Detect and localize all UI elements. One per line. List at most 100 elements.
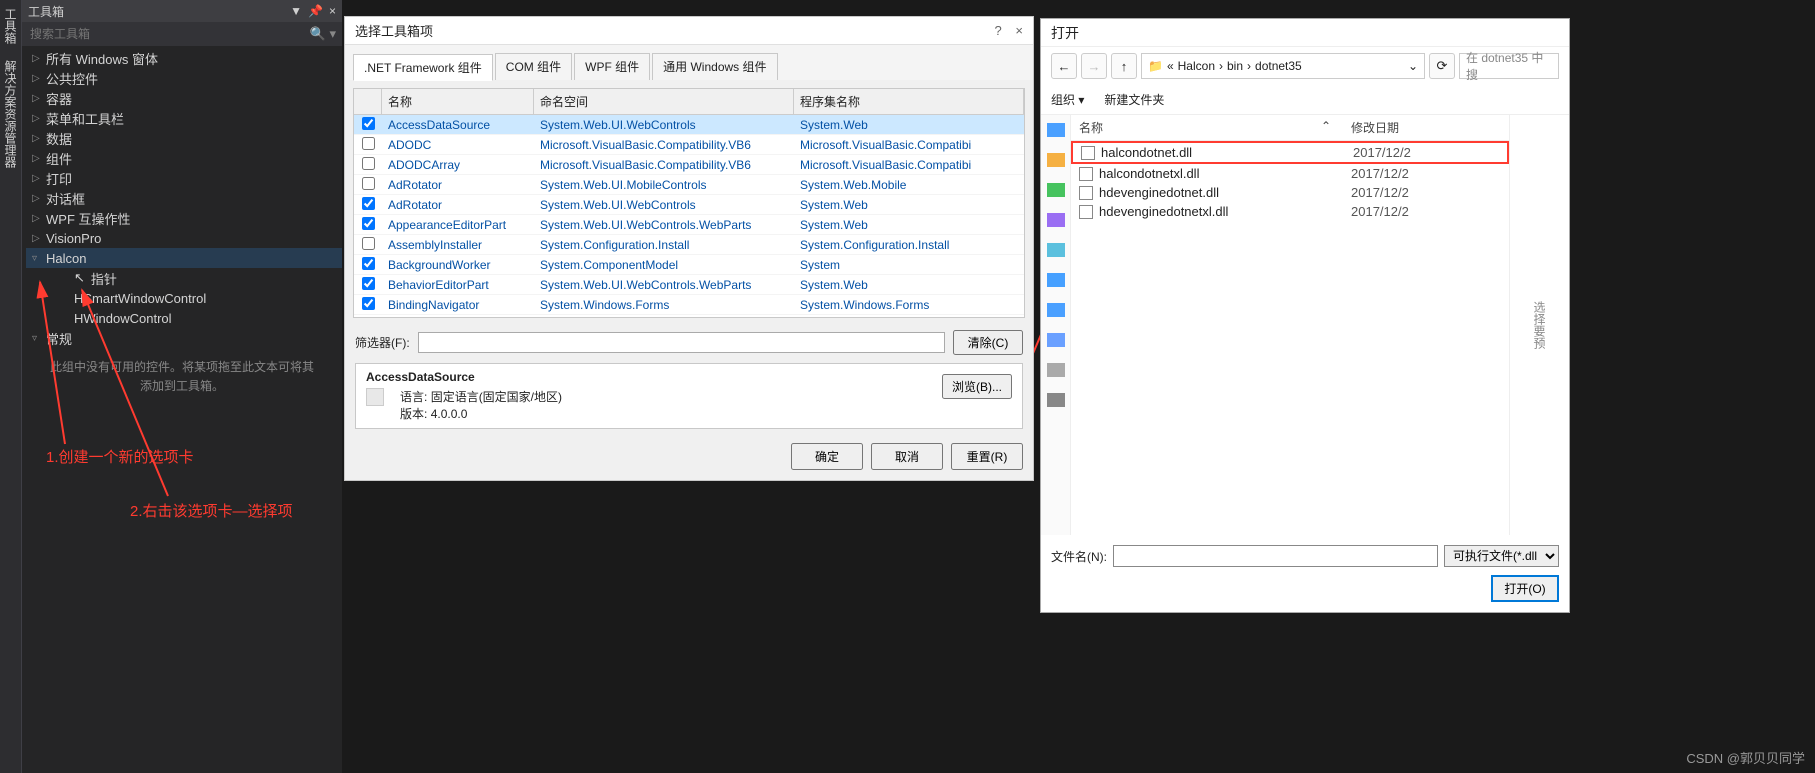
tree-item[interactable]: ▷所有 Windows 窗体 <box>26 48 342 68</box>
place-icon[interactable] <box>1047 273 1065 287</box>
browse-button[interactable]: 浏览(B)... <box>942 374 1012 399</box>
grid-row[interactable]: AdRotatorSystem.Web.UI.MobileControlsSys… <box>354 175 1024 195</box>
breadcrumb[interactable]: 📁 « Halcon› bin› dotnet35 ⌄ <box>1141 53 1425 79</box>
place-icon[interactable] <box>1047 123 1065 137</box>
tree-item[interactable]: ▷数据 <box>26 128 342 148</box>
tree-item-halcon[interactable]: ▿Halcon <box>26 248 342 268</box>
place-icon[interactable] <box>1047 243 1065 257</box>
row-checkbox[interactable] <box>362 237 375 250</box>
organize-menu[interactable]: 组织 ▾ <box>1051 91 1084 108</box>
row-checkbox[interactable] <box>362 117 375 130</box>
open-file-dialog: 打开 ← → ↑ 📁 « Halcon› bin› dotnet35 ⌄ ⟳ 在… <box>1040 18 1570 613</box>
help-icon[interactable]: ? <box>995 23 1002 38</box>
col-namespace[interactable]: 命名空间 <box>534 89 794 114</box>
open-button[interactable]: 打开(O) <box>1491 575 1559 602</box>
place-icon[interactable] <box>1047 393 1065 407</box>
tree-item[interactable]: ▷打印 <box>26 168 342 188</box>
tree-item[interactable]: ▷公共控件 <box>26 68 342 88</box>
col-assembly[interactable]: 程序集名称 <box>794 89 1024 114</box>
tree-child-pointer[interactable]: ↖指针 <box>26 268 342 288</box>
component-icon <box>366 388 384 406</box>
row-checkbox[interactable] <box>362 137 375 150</box>
place-icon[interactable] <box>1047 363 1065 377</box>
filename-input[interactable] <box>1113 545 1438 567</box>
grid-row[interactable]: BehaviorEditorPartSystem.Web.UI.WebContr… <box>354 275 1024 295</box>
toolbox-search-input[interactable] <box>28 26 310 42</box>
place-icon[interactable] <box>1047 183 1065 197</box>
place-icon[interactable] <box>1047 153 1065 167</box>
tab-wpf[interactable]: WPF 组件 <box>574 53 650 80</box>
filename-label: 文件名(N): <box>1051 548 1107 565</box>
new-folder-button[interactable]: 新建文件夹 <box>1104 91 1164 108</box>
dll-icon <box>1079 167 1093 181</box>
row-checkbox[interactable] <box>362 217 375 230</box>
toolbox-search[interactable]: 🔍 ▾ <box>22 22 342 46</box>
place-icon[interactable] <box>1047 303 1065 317</box>
vertical-tab-solution-explorer[interactable]: 解决方案资源管理器 <box>0 52 21 176</box>
reset-button[interactable]: 重置(R) <box>951 443 1023 470</box>
tab-net-framework[interactable]: .NET Framework 组件 <box>353 54 493 81</box>
pin-icon[interactable]: 📌 <box>308 4 323 18</box>
tree-child[interactable]: HWindowControl <box>26 308 342 328</box>
tree-item[interactable]: ▷组件 <box>26 148 342 168</box>
watermark: CSDN @郭贝贝同学 <box>1686 748 1805 767</box>
grid-row[interactable]: BindingNavigatorSystem.Windows.FormsSyst… <box>354 295 1024 315</box>
file-item[interactable]: halcondotnetxl.dll 2017/12/2 <box>1071 164 1509 183</box>
dll-icon <box>1079 205 1093 219</box>
row-checkbox[interactable] <box>362 257 375 270</box>
grid-row[interactable]: AccessDataSourceSystem.Web.UI.WebControl… <box>354 115 1024 135</box>
forward-button[interactable]: → <box>1081 53 1107 79</box>
row-checkbox[interactable] <box>362 277 375 290</box>
col-name[interactable]: 名称 <box>382 89 534 114</box>
row-checkbox[interactable] <box>362 157 375 170</box>
tab-com[interactable]: COM 组件 <box>495 53 572 80</box>
folder-search[interactable]: 在 dotnet35 中搜 <box>1459 53 1559 79</box>
row-checkbox[interactable] <box>362 197 375 210</box>
tree-item[interactable]: ▷菜单和工具栏 <box>26 108 342 128</box>
folder-icon: 📁 <box>1148 59 1163 73</box>
tree-item[interactable]: ▷对话框 <box>26 188 342 208</box>
col-date[interactable]: 修改日期 <box>1351 119 1471 136</box>
grid-row[interactable]: AppearanceEditorPartSystem.Web.UI.WebCon… <box>354 215 1024 235</box>
dll-icon <box>1079 186 1093 200</box>
vertical-tab-toolbox[interactable]: 工具箱 <box>0 0 21 52</box>
clear-button[interactable]: 清除(C) <box>953 330 1023 355</box>
grid-row[interactable]: BackgroundWorkerSystem.ComponentModelSys… <box>354 255 1024 275</box>
dialog-title: 选择工具箱项 <box>355 21 433 40</box>
grid-row[interactable]: ADODCMicrosoft.VisualBasic.Compatibility… <box>354 135 1024 155</box>
up-button[interactable]: ↑ <box>1111 53 1137 79</box>
search-icon: 🔍 ▾ <box>310 26 336 42</box>
cancel-button[interactable]: 取消 <box>871 443 943 470</box>
place-icon[interactable] <box>1047 213 1065 227</box>
tab-uwp[interactable]: 通用 Windows 组件 <box>652 53 777 80</box>
tree-item[interactable]: ▷VisionPro <box>26 228 342 248</box>
place-icon[interactable] <box>1047 333 1065 347</box>
close-icon[interactable]: × <box>329 4 336 18</box>
tree-item[interactable]: ▷WPF 互操作性 <box>26 208 342 228</box>
choose-items-dialog: 选择工具箱项 ? × .NET Framework 组件 COM 组件 WPF … <box>344 16 1034 481</box>
tree-item[interactable]: ▷容器 <box>26 88 342 108</box>
grid-row[interactable]: ADODCArrayMicrosoft.VisualBasic.Compatib… <box>354 155 1024 175</box>
col-filename[interactable]: 名称 ⌃ <box>1071 119 1351 136</box>
toolbox-hint: 此组中没有可用的控件。将某项拖至此文本可将其 添加到工具箱。 <box>22 348 342 406</box>
dialog-title: 打开 <box>1051 23 1079 43</box>
filetype-select[interactable]: 可执行文件(*.dll <box>1444 545 1559 567</box>
file-item[interactable]: halcondotnet.dll 2017/12/2 <box>1071 141 1509 164</box>
filter-input[interactable] <box>418 332 945 353</box>
detail-box: AccessDataSource 语言: 固定语言(固定国家/地区) 版本: 4… <box>355 363 1023 429</box>
ok-button[interactable]: 确定 <box>791 443 863 470</box>
file-item[interactable]: hdevenginedotnetxl.dll 2017/12/2 <box>1071 202 1509 221</box>
row-checkbox[interactable] <box>362 297 375 310</box>
dropdown-icon[interactable]: ▼ <box>290 4 302 18</box>
file-item[interactable]: hdevenginedotnet.dll 2017/12/2 <box>1071 183 1509 202</box>
dialog-tabs: .NET Framework 组件 COM 组件 WPF 组件 通用 Windo… <box>345 45 1033 80</box>
back-button[interactable]: ← <box>1051 53 1077 79</box>
row-checkbox[interactable] <box>362 177 375 190</box>
grid-row[interactable]: AssemblyInstallerSystem.Configuration.In… <box>354 235 1024 255</box>
tree-child[interactable]: HSmartWindowControl <box>26 288 342 308</box>
close-icon[interactable]: × <box>1015 23 1023 38</box>
refresh-button[interactable]: ⟳ <box>1429 53 1455 79</box>
tree-item-general[interactable]: ▿常规 <box>26 328 342 348</box>
grid-row[interactable]: AdRotatorSystem.Web.UI.WebControlsSystem… <box>354 195 1024 215</box>
vertical-tab-strip: 工具箱 解决方案资源管理器 <box>0 0 22 773</box>
